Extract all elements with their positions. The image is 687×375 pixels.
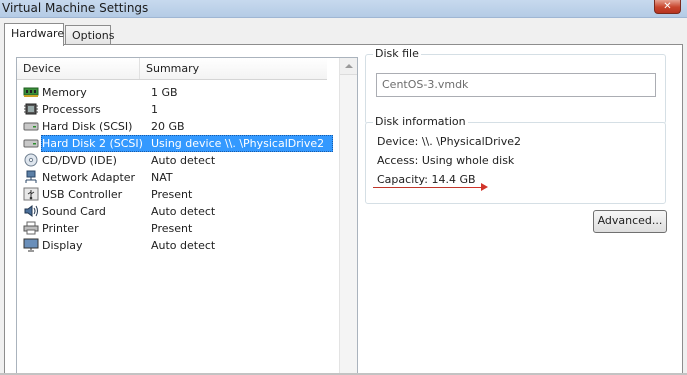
device-name: Memory [42, 86, 87, 99]
processor-icon [23, 102, 39, 116]
device-row-cd-dvd[interactable]: CD/DVD (IDE) Auto detect [17, 152, 339, 169]
device-name: Processors [42, 103, 101, 116]
usb-controller-icon [23, 187, 39, 201]
device-summary: Present [151, 188, 193, 201]
device-summary: Auto detect [151, 205, 216, 218]
cd-dvd-icon [23, 153, 39, 167]
tab-options[interactable]: Options [65, 25, 114, 45]
device-summary: NAT [151, 171, 173, 184]
device-summary: 1 GB [151, 86, 178, 99]
network-adapter-icon [23, 170, 39, 184]
disk-information-legend: Disk information [373, 115, 468, 128]
device-row-processors[interactable]: Processors 1 [17, 101, 339, 118]
device-row-network-adapter[interactable]: Network Adapter NAT [17, 169, 339, 186]
device-name: Hard Disk (SCSI) [42, 120, 133, 133]
disk-file-group: Disk file CentOS-3.vmdk [365, 47, 666, 124]
device-name: Printer [42, 222, 79, 235]
device-row-hard-disk[interactable]: Hard Disk (SCSI) 20 GB [17, 118, 339, 135]
vertical-scrollbar[interactable] [339, 58, 357, 374]
device-list-header: Device Summary [17, 58, 327, 80]
device-row-usb-controller[interactable]: USB Controller Present [17, 186, 339, 203]
disk-information-group: Disk information Device: \\. \PhysicalDr… [365, 115, 666, 204]
tab-hardware[interactable]: Hardware [4, 23, 64, 46]
disk-capacity-text: Capacity: 14.4 GB [377, 173, 476, 186]
device-summary: 20 GB [151, 120, 185, 133]
scroll-up-arrow-icon[interactable] [340, 58, 357, 75]
device-summary: Present [151, 222, 193, 235]
device-summary: 1 [151, 103, 158, 116]
device-row-printer[interactable]: Printer Present [17, 220, 339, 237]
printer-icon [23, 221, 39, 235]
advanced-button[interactable]: Advanced... [593, 210, 667, 233]
device-name: Display [42, 239, 83, 252]
device-name: USB Controller [42, 188, 123, 201]
device-rows: Memory 1 GB Processors 1 Hard Disk (SCSI… [17, 84, 339, 254]
device-name: CD/DVD (IDE) [42, 154, 117, 167]
close-button[interactable]: ✕ [654, 0, 681, 14]
display-icon [23, 238, 39, 252]
window-title: Virtual Machine Settings [2, 1, 149, 15]
device-list[interactable]: Device Summary Memory 1 GB Processors 1 … [16, 57, 358, 375]
hard-disk-icon [23, 119, 39, 133]
close-icon: ✕ [663, 1, 672, 12]
annotation-underline [373, 187, 467, 188]
device-row-hard-disk-2[interactable]: Hard Disk 2 (SCSI) Using device \\. \Phy… [17, 135, 339, 152]
device-summary: Using device \\. \PhysicalDrive2 [151, 137, 325, 150]
device-summary: Auto detect [151, 154, 216, 167]
device-name: Hard Disk 2 (SCSI) [42, 137, 143, 150]
disk-file-field[interactable]: CentOS-3.vmdk [376, 73, 656, 97]
device-name: Sound Card [42, 205, 106, 218]
disk-device-text: Device: \\. \PhysicalDrive2 [377, 135, 522, 148]
sound-card-icon [23, 204, 39, 218]
disk-file-legend: Disk file [373, 47, 421, 60]
column-header-device[interactable]: Device [17, 58, 140, 79]
annotation-arrow-icon [467, 183, 488, 191]
column-header-summary[interactable]: Summary [140, 58, 327, 79]
device-name: Network Adapter [42, 171, 136, 184]
device-row-memory[interactable]: Memory 1 GB [17, 84, 339, 101]
device-summary: Auto detect [151, 239, 216, 252]
memory-icon [23, 85, 39, 99]
device-row-sound-card[interactable]: Sound Card Auto detect [17, 203, 339, 220]
disk-access-text: Access: Using whole disk [377, 154, 515, 167]
device-row-display[interactable]: Display Auto detect [17, 237, 339, 254]
hard-disk-icon [23, 136, 39, 150]
title-bar: Virtual Machine Settings ✕ [0, 0, 687, 18]
